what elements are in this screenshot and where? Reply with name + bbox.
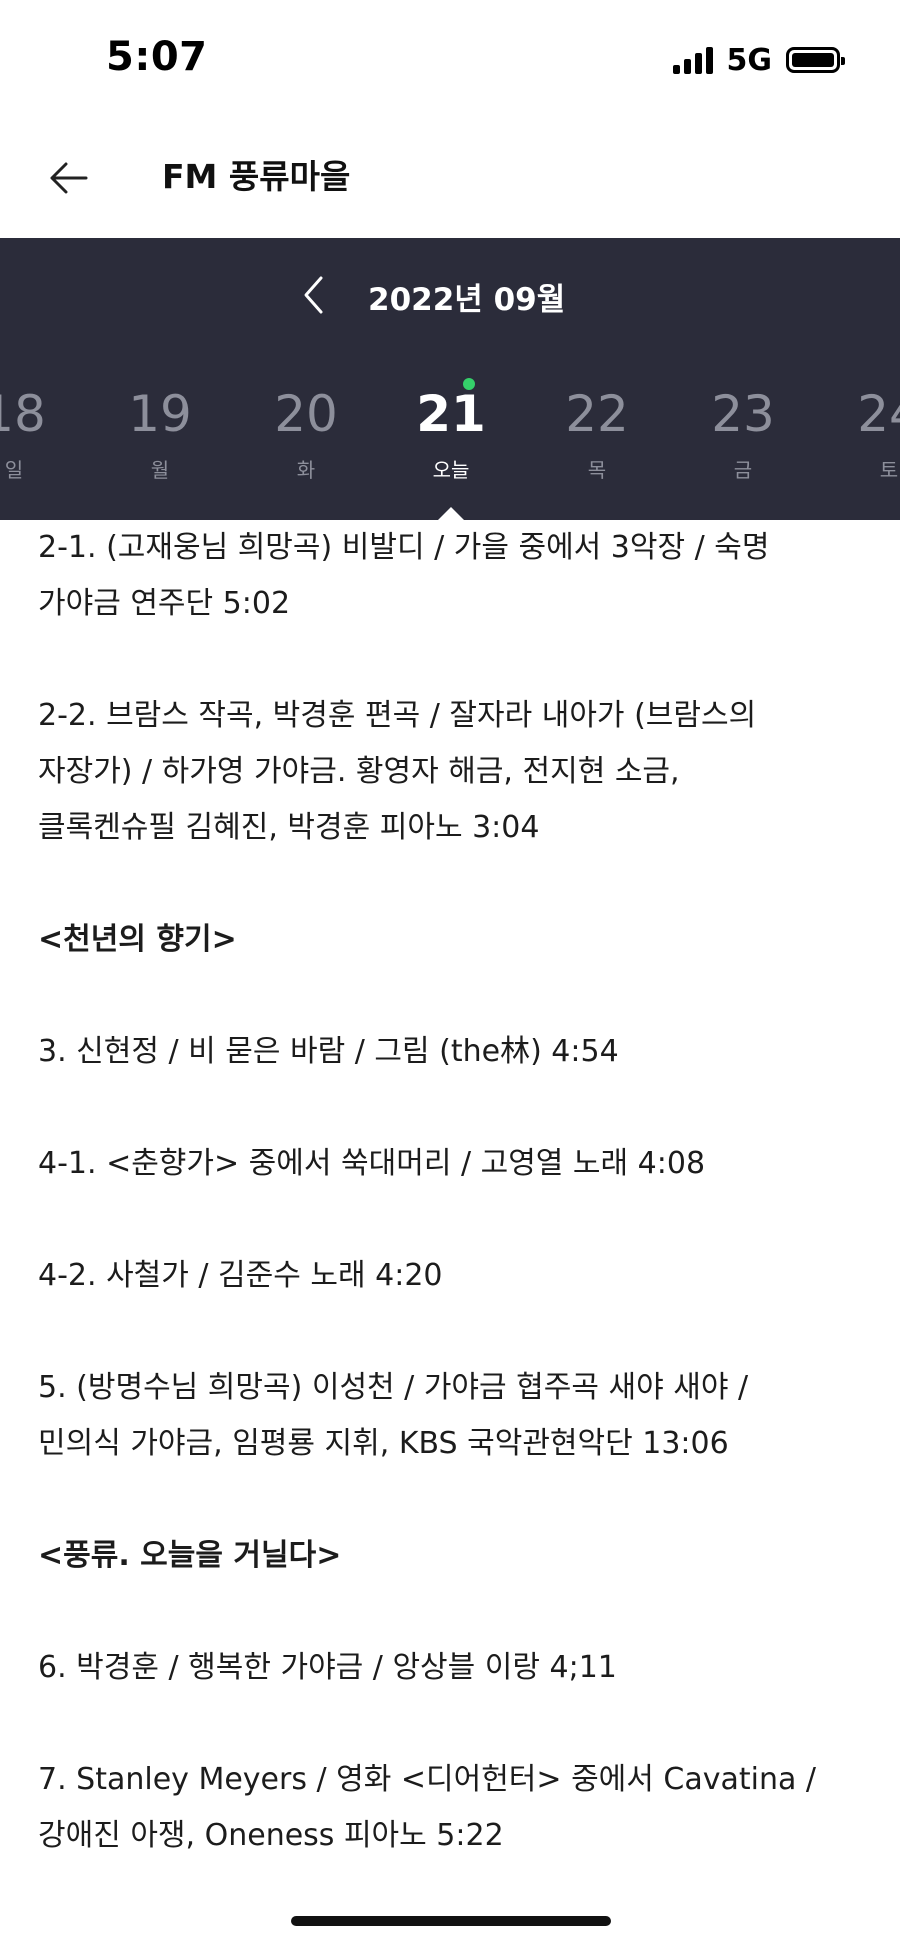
month-navigation: 2022년 09월 [0,266,900,322]
day-item[interactable]: 22 목 [537,384,657,483]
network-type: 5G [726,42,773,78]
day-strip: 18 일 19 월 20 화 21 오늘 22 목 23 금 24 토 [0,378,900,504]
status-time: 5:07 [106,34,208,80]
day-weekday: 화 [296,458,316,482]
day-weekday: 월 [150,458,170,482]
day-number: 20 [274,385,338,443]
day-number: 19 [128,385,192,443]
day-weekday: 일 [4,458,24,482]
day-number: 18 [0,385,46,443]
day-number: 22 [565,385,629,443]
playlist-item: 5. (방명수님 희망곡) 이성천 / 가야금 협주곡 새야 새야 / 민의식 … [38,1370,749,1461]
day-item[interactable]: 19 월 [100,384,220,483]
playlist-content: 2-1. (고재웅님 희망곡) 비발디 / 가을 중에서 3악장 / 숙명 가야… [38,520,838,1864]
app-header: FM 풍류마을 [0,120,900,238]
day-weekday: 금 [733,458,753,482]
date-selector: 2022년 09월 18 일 19 월 20 화 21 오늘 22 목 23 금… [0,238,900,520]
day-weekday: 토 [879,458,899,482]
status-icons: 5G [672,42,845,78]
battery-icon [786,47,845,73]
selected-day-pointer [437,507,465,520]
arrow-left-icon [50,162,88,194]
day-weekday: 목 [587,458,607,482]
back-button[interactable] [40,150,96,206]
day-weekday: 오늘 [432,458,470,482]
playlist-item: 7. Stanley Meyers / 영화 <디어헌터> 중에서 Cavati… [38,1762,817,1853]
playlist-section-heading: <풍류. 오늘을 거닐다> [38,1538,342,1573]
playlist-item: 3. 신현정 / 비 묻은 바람 / 그림 (the林) 4:54 [38,1034,619,1069]
playlist-item: 2-2. 브람스 작곡, 박경훈 편곡 / 잘자라 내아가 (브람스의 자장가)… [38,698,757,845]
day-number: 23 [711,385,775,443]
day-item[interactable]: 23 금 [683,384,803,483]
today-indicator-dot [463,378,475,390]
status-bar: 5:07 5G [0,0,900,120]
day-number: 21 [416,385,486,443]
day-item[interactable]: 24 토 [829,384,900,483]
page-title: FM 풍류마을 [162,157,351,196]
playlist-item: 4-2. 사철가 / 김준수 노래 4:20 [38,1258,443,1293]
playlist-item: 6. 박경훈 / 행복한 가야금 / 앙상블 이랑 4;11 [38,1650,617,1685]
signal-icon [672,46,713,74]
playlist-section-heading: <천년의 향기> [38,922,237,957]
day-number: 24 [857,385,900,443]
day-item[interactable]: 18 일 [0,384,74,483]
previous-month-button[interactable] [288,270,338,320]
playlist-item: 2-1. (고재웅님 희망곡) 비발디 / 가을 중에서 3악장 / 숙명 가야… [38,530,770,621]
day-item[interactable]: 20 화 [246,384,366,483]
home-indicator[interactable] [291,1916,611,1926]
day-item-today[interactable]: 21 오늘 [391,378,511,483]
playlist-item: 4-1. <춘향가> 중에서 쑥대머리 / 고영열 노래 4:08 [38,1146,706,1181]
chevron-left-icon [304,276,323,314]
month-label: 2022년 09월 [368,282,566,318]
